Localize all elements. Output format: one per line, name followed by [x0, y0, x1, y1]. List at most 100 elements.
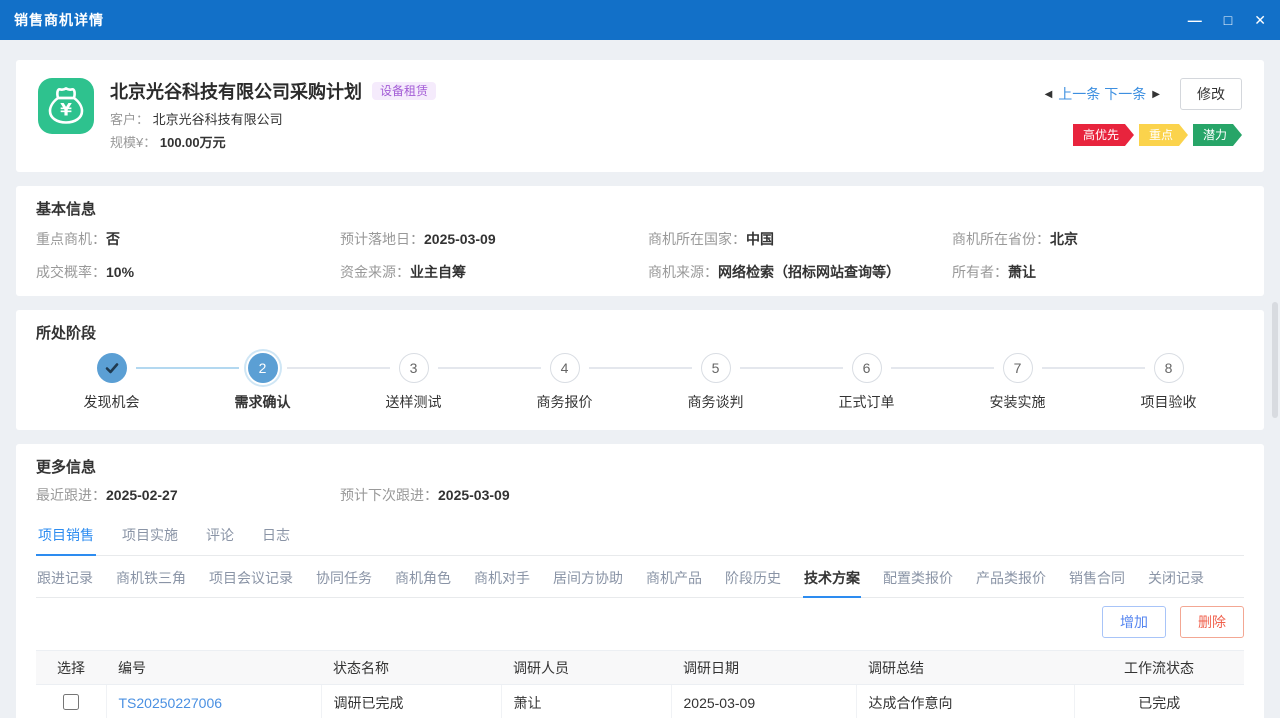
record-navigation: ◀ 上一条 下一条 ▶ 修改: [1041, 78, 1242, 110]
step-label: 商务报价: [537, 392, 593, 412]
step-label: 正式订单: [839, 392, 895, 412]
table-row: TS20250227006 调研已完成 萧让 2025-03-09 达成合作意向…: [36, 685, 1244, 718]
col-researcher: 调研人员: [501, 651, 671, 685]
field-last-follow-up: 最近跟进：2025-02-27: [36, 485, 340, 505]
row-number-cell: TS20250227006: [106, 685, 321, 718]
col-select: 选择: [36, 651, 106, 685]
tab-config-quotes[interactable]: 配置类报价: [882, 562, 954, 597]
col-research-summary: 调研总结: [856, 651, 1074, 685]
minimize-icon[interactable]: —: [1188, 13, 1202, 27]
tab-project-implementation[interactable]: 项目实施: [120, 519, 180, 555]
opportunity-header-card: ¥ 北京光谷科技有限公司采购计划 设备租赁 客户： 北京光谷科技有限公司 规模¥…: [16, 60, 1264, 172]
tab-opportunity-roles[interactable]: 商机角色: [394, 562, 452, 597]
stage-step-3: 3 送样测试: [338, 353, 489, 412]
col-workflow: 工作流状态: [1074, 651, 1244, 685]
next-arrow-icon: ▶: [1152, 89, 1160, 100]
row-select-cell: [36, 685, 106, 718]
step-circle[interactable]: 4: [550, 353, 580, 383]
step-label: 送样测试: [386, 392, 442, 412]
scale-value: 100.00万元: [160, 135, 226, 150]
opportunity-title: 北京光谷科技有限公司采购计划: [110, 78, 362, 104]
step-circle[interactable]: 8: [1154, 353, 1184, 383]
tab-logs[interactable]: 日志: [260, 519, 292, 555]
tab-sales-contract[interactable]: 销售合同: [1068, 562, 1126, 597]
tab-collab-tasks[interactable]: 协同任务: [315, 562, 373, 597]
close-icon[interactable]: ✕: [1254, 13, 1266, 27]
stage-step-5: 5 商务谈判: [640, 353, 791, 412]
step-connector: [1042, 367, 1145, 369]
field-opportunity-source: 商机来源：网络检索（招标网站查询等）: [648, 262, 952, 282]
opportunity-summary: ¥ 北京光谷科技有限公司采购计划 设备租赁 客户： 北京光谷科技有限公司 规模¥…: [38, 78, 436, 154]
header-actions: ◀ 上一条 下一条 ▶ 修改 高优先 重点 潜力: [1041, 78, 1242, 154]
step-circle[interactable]: 6: [852, 353, 882, 383]
field-country: 商机所在国家：中国: [648, 229, 952, 249]
tab-comments[interactable]: 评论: [204, 519, 236, 555]
basic-info-title: 基本信息: [36, 198, 1244, 219]
stage-step-1: 发现机会: [36, 353, 187, 412]
primary-tabs: 项目销售 项目实施 评论 日志: [36, 519, 1244, 556]
customer-value: 北京光谷科技有限公司: [153, 112, 283, 127]
stage-step-2: 2 需求确认: [187, 353, 338, 412]
tab-product-quotes[interactable]: 产品类报价: [975, 562, 1047, 597]
table-actions: 增加 删除: [36, 606, 1244, 638]
step-circle[interactable]: 7: [1003, 353, 1033, 383]
record-number-link[interactable]: TS20250227006: [119, 695, 223, 711]
tab-iron-triangle[interactable]: 商机铁三角: [115, 562, 187, 597]
tab-follow-records[interactable]: 跟进记录: [36, 562, 94, 597]
page-content: ¥ 北京光谷科技有限公司采购计划 设备租赁 客户： 北京光谷科技有限公司 规模¥…: [0, 40, 1280, 718]
window-title: 销售商机详情: [14, 10, 104, 30]
field-next-follow-up: 预计下次跟进：2025-03-09: [340, 485, 510, 505]
tab-project-sales[interactable]: 项目销售: [36, 519, 96, 556]
tab-technical-plan[interactable]: 技术方案: [803, 562, 861, 598]
delete-button[interactable]: 删除: [1180, 606, 1244, 638]
add-button[interactable]: 增加: [1102, 606, 1166, 638]
next-record-link[interactable]: 下一条: [1104, 84, 1146, 104]
edit-button[interactable]: 修改: [1180, 78, 1242, 110]
tab-products[interactable]: 商机产品: [645, 562, 703, 597]
more-info-card: 更多信息 最近跟进：2025-02-27 预计下次跟进：2025-03-09 项…: [16, 444, 1264, 718]
category-tag: 设备租赁: [372, 82, 436, 100]
scale-label: 规模¥：: [110, 135, 156, 150]
row-date-cell: 2025-03-09: [671, 685, 856, 718]
field-expected-date: 预计落地日：2025-03-09: [340, 229, 648, 249]
scrollbar-thumb[interactable]: [1272, 302, 1278, 418]
col-research-date: 调研日期: [671, 651, 856, 685]
field-key-opportunity: 重点商机：否: [36, 229, 340, 249]
tab-close-records[interactable]: 关闭记录: [1147, 562, 1205, 597]
more-info-title: 更多信息: [36, 456, 1244, 477]
row-checkbox[interactable]: [63, 694, 79, 710]
svg-text:¥: ¥: [60, 101, 72, 121]
money-bag-icon: ¥: [38, 78, 94, 134]
step-connector: [891, 367, 994, 369]
step-label: 商务谈判: [688, 392, 744, 412]
stage-step-6: 6 正式订单: [791, 353, 942, 412]
field-win-rate: 成交概率：10%: [36, 262, 340, 282]
step-connector: [438, 367, 541, 369]
step-connector: [589, 367, 692, 369]
scale-line: 规模¥： 100.00万元: [110, 132, 436, 151]
field-province: 商机所在省份：北京: [952, 229, 1244, 249]
window-titlebar: 销售商机详情 — □ ✕: [0, 0, 1280, 40]
step-circle[interactable]: 3: [399, 353, 429, 383]
prev-record-link[interactable]: 上一条: [1058, 84, 1100, 104]
step-circle-done[interactable]: [97, 353, 127, 383]
stage-card: 所处阶段 发现机会 2 需求确认 3 送样测试: [16, 310, 1264, 430]
stage-step-4: 4 商务报价: [489, 353, 640, 412]
window-controls: — □ ✕: [1188, 13, 1266, 27]
basic-info-card: 基本信息 重点商机：否 预计落地日：2025-03-09 商机所在国家：中国 商…: [16, 186, 1264, 296]
step-label: 安装实施: [990, 392, 1046, 412]
tab-competitors[interactable]: 商机对手: [473, 562, 531, 597]
priority-badge-high: 高优先: [1073, 124, 1134, 146]
step-circle-current[interactable]: 2: [248, 353, 278, 383]
maximize-icon[interactable]: □: [1224, 13, 1232, 27]
tab-intermediary[interactable]: 居间方协助: [552, 562, 624, 597]
stage-step-8: 8 项目验收: [1093, 353, 1244, 412]
row-summary-cell: 达成合作意向: [856, 685, 1074, 718]
step-label: 发现机会: [84, 392, 140, 412]
tab-meeting-records[interactable]: 项目会议记录: [208, 562, 294, 597]
step-circle[interactable]: 5: [701, 353, 731, 383]
step-label: 需求确认: [235, 392, 291, 412]
check-icon: [104, 360, 120, 376]
tab-stage-history[interactable]: 阶段历史: [724, 562, 782, 597]
table-header-row: 选择 编号 状态名称 调研人员 调研日期 调研总结 工作流状态: [36, 651, 1244, 685]
